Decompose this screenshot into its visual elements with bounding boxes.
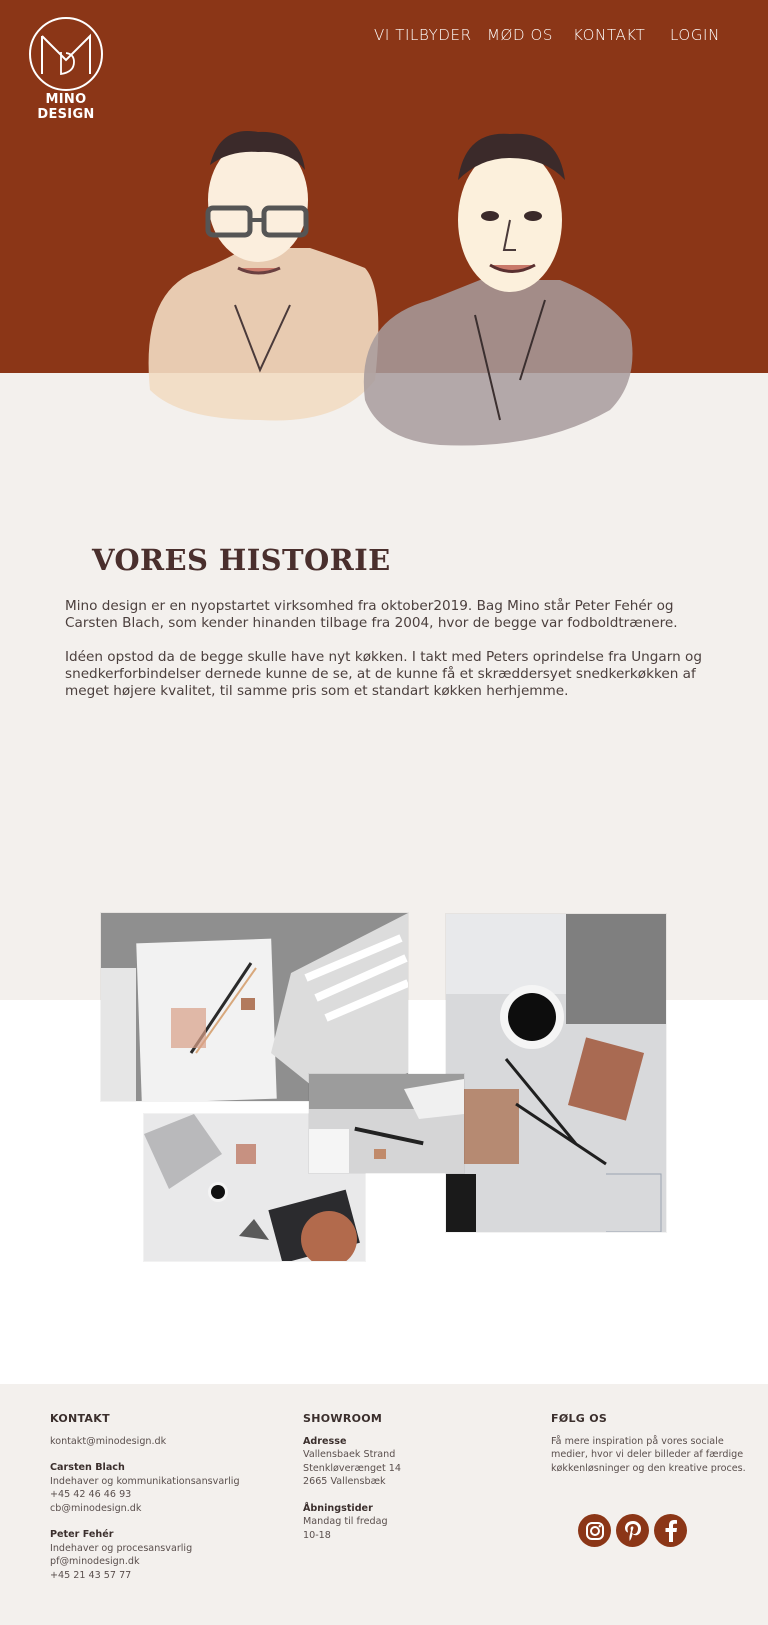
facebook-icon[interactable] [654, 1514, 687, 1547]
portrait-carsten [148, 130, 379, 421]
portrait-peter [363, 133, 633, 446]
story-paragraph-1: Mino design er en nyopstartet virksomhed… [65, 598, 678, 631]
hours-line: 10-18 [303, 1529, 331, 1541]
address-line: Vallensbaek Strand [303, 1449, 396, 1460]
contact-email-carsten[interactable]: cb@minodesign.dk [50, 1502, 280, 1516]
footer-follow-text: Få mere inspiration på vores sociale med… [551, 1435, 746, 1474]
footer-kontakt: KONTAKT kontakt@minodesign.dk Carsten Bl… [50, 1412, 280, 1582]
hours-line: Mandag til fredag [303, 1516, 388, 1527]
nav-login[interactable]: LOGIN [670, 26, 720, 44]
social-links [578, 1514, 687, 1547]
brand-name: MINO DESIGN [37, 92, 95, 122]
contact-email-peter[interactable]: pf@minodesign.dk [50, 1555, 280, 1569]
footer: KONTAKT kontakt@minodesign.dk Carsten Bl… [0, 1384, 768, 1625]
pinterest-icon[interactable] [616, 1514, 649, 1547]
contact-role-peter: Indehaver og procesansvarlig [50, 1542, 193, 1554]
contact-phone-carsten[interactable]: +45 42 46 46 93 [50, 1488, 280, 1502]
contact-phone-peter[interactable]: +45 21 43 57 77 [50, 1569, 280, 1583]
photo-rolls-pencil [309, 1074, 464, 1173]
photo-sketch-desk [101, 913, 408, 1101]
footer-follow: FØLG OS Få mere inspiration på vores soc… [551, 1412, 746, 1475]
contact-name-carsten: Carsten Blach [50, 1462, 125, 1473]
nav-mod-os[interactable]: MØD OS [487, 26, 553, 44]
nav-vi-tilbyder[interactable]: VI TILBYDER [374, 26, 472, 44]
main-nav: VI TILBYDER MØD OS KONTAKT LOGIN [0, 26, 768, 50]
address-line: 2665 Vallensbæk [303, 1476, 386, 1487]
footer-showroom-heading: SHOWROOM [303, 1412, 383, 1425]
hours-label: Åbningstider [303, 1502, 373, 1514]
nav-kontakt[interactable]: KONTAKT [573, 26, 645, 44]
contact-role-carsten: Indehaver og kommunikationsansvarlig [50, 1475, 240, 1487]
footer-kontakt-heading: KONTAKT [50, 1412, 110, 1425]
founders-illustration [148, 130, 633, 446]
story-paragraph-2: Idéen opstod da de begge skulle have nyt… [65, 649, 702, 699]
photo-coffee-plans [446, 914, 666, 1232]
instagram-icon[interactable] [578, 1514, 611, 1547]
address-label: Adresse [303, 1435, 347, 1447]
contact-name-peter: Peter Fehér [50, 1529, 114, 1540]
footer-showroom: SHOWROOM Adresse Vallensbaek Strand Sten… [303, 1412, 483, 1542]
story-title: VORES HISTORIE [92, 543, 391, 577]
footer-email-link[interactable]: kontakt@minodesign.dk [50, 1435, 280, 1449]
address-line: Stenkløverænget 14 [303, 1462, 401, 1474]
footer-follow-heading: FØLG OS [551, 1412, 608, 1425]
